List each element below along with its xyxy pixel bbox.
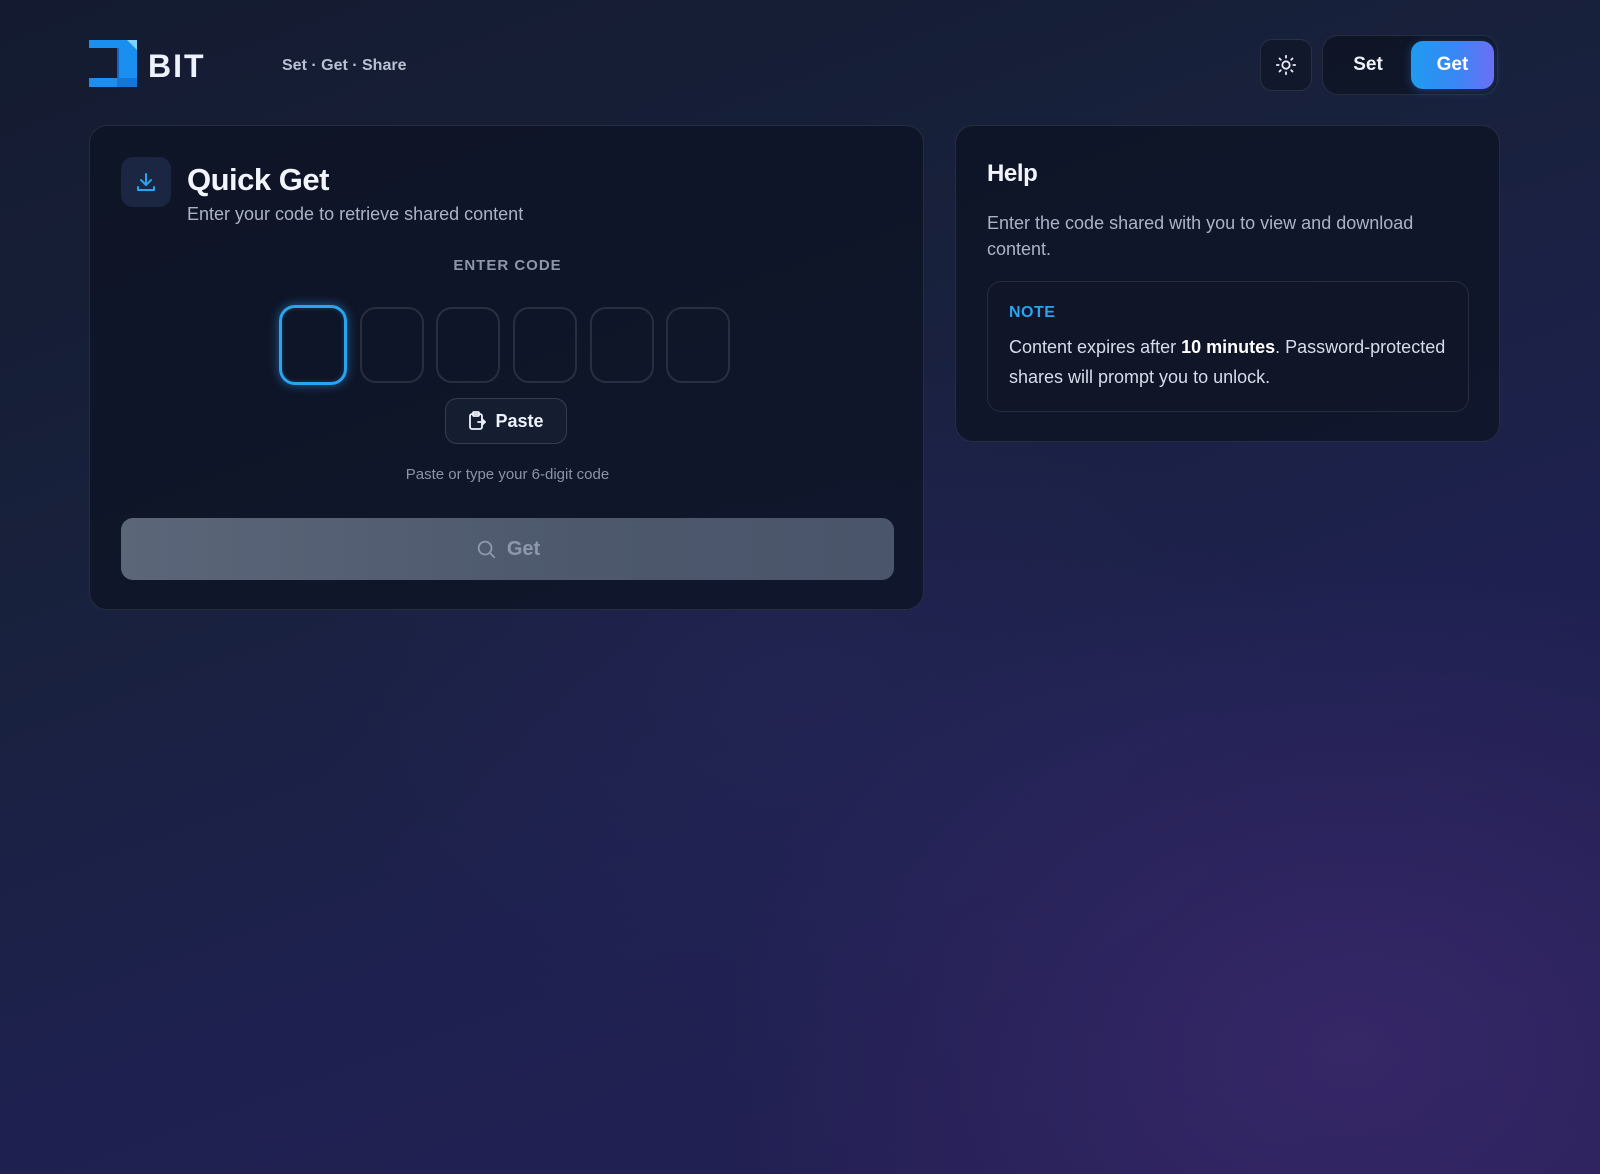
app-header: BIT Set · Get · Share Set Get [0, 0, 1600, 124]
paste-button[interactable]: Paste [445, 398, 567, 444]
code-digit-2[interactable] [360, 307, 424, 383]
nav-get-button[interactable]: Get [1411, 41, 1494, 89]
note-text: Content expires after 10 minutes. Passwo… [1009, 332, 1449, 392]
tagline: Set · Get · Share [282, 57, 407, 74]
clipboard-icon [469, 411, 487, 430]
bit-logo-icon[interactable] [89, 40, 139, 88]
code-digit-1[interactable] [279, 305, 347, 385]
note-prefix: Content expires after [1009, 337, 1182, 357]
nav-set-button[interactable]: Set [1328, 41, 1408, 89]
get-submit-label: Get [506, 537, 541, 560]
download-icon-tile [121, 157, 171, 207]
help-card: Help Enter the code shared with you to v… [955, 125, 1500, 442]
quick-get-title: Quick Get [187, 162, 329, 197]
quick-get-subtitle: Enter your code to retrieve shared conte… [187, 204, 524, 224]
code-digit-3[interactable] [436, 307, 500, 383]
help-title: Help [987, 160, 1038, 187]
search-icon [477, 540, 495, 559]
code-digit-6[interactable] [666, 307, 730, 383]
get-submit-button[interactable]: Get [121, 518, 894, 580]
enter-code-label: ENTER CODE [453, 257, 562, 274]
help-text: Enter the code shared with you to view a… [987, 213, 1414, 259]
brand-name: BIT [148, 48, 206, 84]
code-digit-4[interactable] [513, 307, 577, 383]
code-digit-5[interactable] [590, 307, 654, 383]
sun-icon [1275, 54, 1297, 76]
code-hint: Paste or type your 6-digit code [405, 466, 610, 483]
note-label: NOTE [1009, 304, 1056, 321]
download-icon [137, 173, 155, 191]
note-expiry: 10 minutes [1181, 337, 1276, 357]
paste-label: Paste [495, 410, 544, 431]
note-box: NOTE Content expires after 10 minutes. P… [987, 281, 1469, 412]
quick-get-card: Quick Get Enter your code to retrieve sh… [89, 125, 924, 610]
code-input-group [279, 305, 739, 385]
theme-toggle-button[interactable] [1260, 39, 1312, 91]
mode-switch: Set Get [1322, 35, 1498, 95]
